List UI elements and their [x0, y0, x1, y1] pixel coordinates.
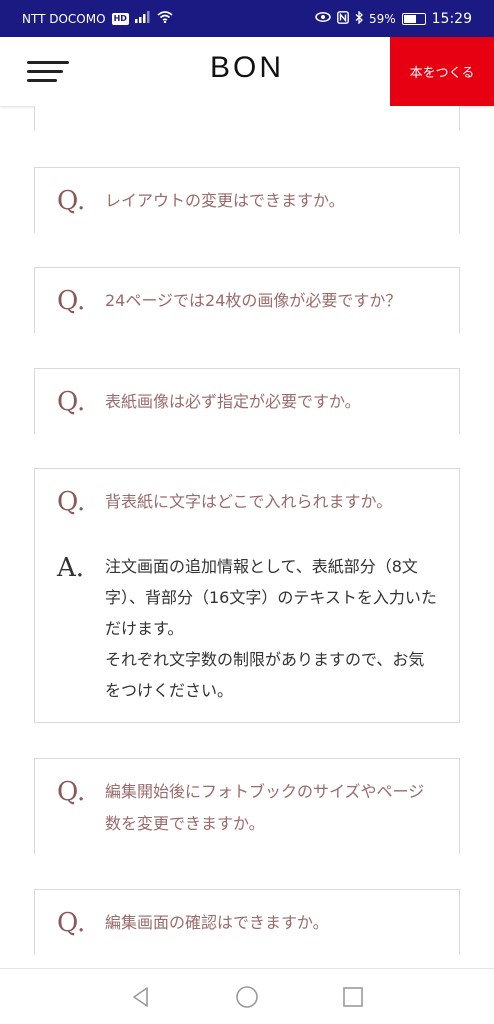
- hd-badge: HD: [111, 12, 129, 25]
- faq-item-expanded[interactable]: Q. 背表紙に文字はどこで入れられますか。 A. 注文画面の追加情報として、表紙…: [34, 468, 460, 723]
- question-text: 編集開始後にフォトブックのサイズやページ数を変更できますか。: [105, 782, 425, 833]
- bluetooth-icon: [355, 9, 363, 27]
- question-mark-label: Q.: [57, 286, 86, 316]
- status-left: NTT DOCOMO HD: [22, 11, 173, 26]
- faq-item-partial[interactable]: [34, 106, 460, 131]
- question-mark-label: Q.: [57, 908, 86, 938]
- faq-item[interactable]: Q. 表紙画像は必ず指定が必要ですか。: [34, 368, 460, 434]
- back-icon[interactable]: [129, 985, 153, 1009]
- recents-icon[interactable]: [341, 985, 365, 1009]
- status-bar: NTT DOCOMO HD 59% 15:29: [0, 0, 494, 37]
- battery-percent: 59%: [368, 11, 396, 26]
- question-text: レイアウトの変更はできますか。: [105, 191, 345, 210]
- carrier-name: NTT DOCOMO: [22, 11, 106, 26]
- system-nav-bar: [0, 968, 494, 1024]
- question-mark-label: Q.: [57, 487, 86, 517]
- clock: 15:29: [431, 10, 472, 27]
- app-header: BON 本をつくる: [0, 37, 494, 106]
- faq-item[interactable]: Q. レイアウトの変更はできますか。: [34, 167, 460, 233]
- question-mark-label: Q.: [57, 387, 86, 417]
- faq-item[interactable]: Q. 24ページでは24枚の画像が必要ですか？: [34, 267, 460, 333]
- home-icon[interactable]: [235, 985, 259, 1009]
- question-mark-label: Q.: [57, 777, 86, 807]
- question-text: 表紙画像は必ず指定が必要ですか。: [105, 392, 361, 411]
- faq-item[interactable]: Q. 編集画面の確認はできますか。: [34, 889, 460, 955]
- answer-text: 注文画面の追加情報として、表紙部分（8文字）、背部分（16文字）のテキストを入力…: [105, 557, 437, 700]
- answer-mark-label: A.: [57, 553, 85, 583]
- faq-item[interactable]: Q. 編集開始後にフォトブックのサイズやページ数を変更できますか。: [34, 758, 460, 854]
- question-text: 24ページでは24枚の画像が必要ですか？: [105, 291, 402, 310]
- question-mark-label: Q.: [57, 186, 86, 216]
- nfc-icon: [337, 10, 349, 27]
- faq-list: Q. レイアウトの変更はできますか。 Q. 24ページでは24枚の画像が必要です…: [0, 106, 494, 968]
- question-text: 背表紙に文字はどこで入れられますか。: [105, 492, 393, 511]
- status-right: 59% 15:29: [315, 9, 472, 27]
- signal-icon: [134, 11, 151, 26]
- make-book-button[interactable]: 本をつくる: [390, 37, 494, 106]
- eye-icon: [315, 11, 331, 26]
- battery-icon: [401, 12, 426, 25]
- wifi-icon: [157, 11, 173, 26]
- question-text: 編集画面の確認はできますか。: [105, 913, 329, 932]
